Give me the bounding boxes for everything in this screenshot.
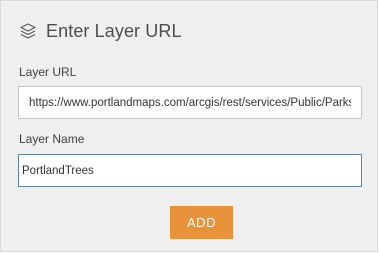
enter-layer-url-panel: Enter Layer URL Layer URL Layer Name ADD bbox=[0, 0, 378, 252]
layer-url-input[interactable] bbox=[18, 86, 362, 119]
panel-title: Enter Layer URL bbox=[46, 20, 182, 41]
layer-name-input[interactable] bbox=[18, 154, 362, 187]
layer-name-label: Layer Name bbox=[19, 132, 85, 146]
layer-url-label: Layer URL bbox=[19, 65, 77, 79]
add-button[interactable]: ADD bbox=[170, 206, 233, 239]
panel-header: Enter Layer URL bbox=[19, 18, 182, 44]
layers-icon bbox=[19, 22, 37, 40]
